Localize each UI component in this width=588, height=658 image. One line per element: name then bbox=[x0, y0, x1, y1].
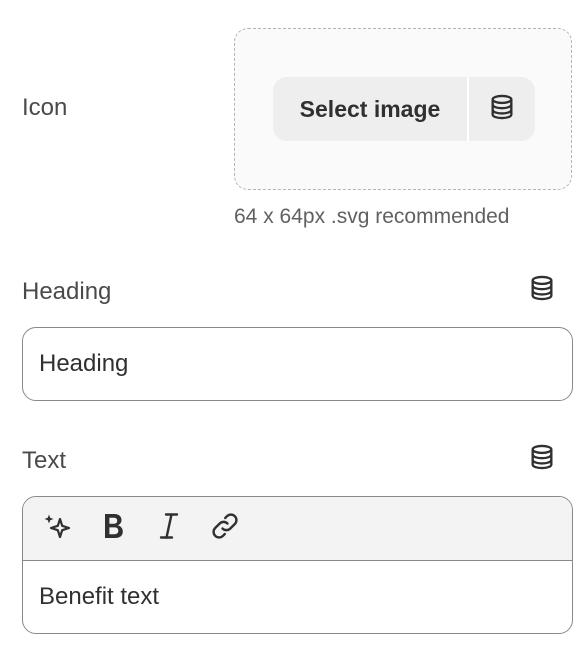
database-icon bbox=[528, 443, 556, 471]
magic-sparkle-icon bbox=[43, 512, 71, 545]
italic-icon bbox=[157, 511, 181, 546]
magic-generate-button[interactable] bbox=[39, 511, 75, 547]
heading-dynamic-source-button[interactable] bbox=[528, 274, 556, 302]
bold-icon bbox=[100, 511, 126, 546]
select-image-button-group: Select image bbox=[273, 77, 535, 141]
heading-input[interactable]: Heading bbox=[22, 327, 573, 401]
heading-field-label: Heading bbox=[22, 278, 112, 305]
select-image-button[interactable]: Select image bbox=[273, 77, 469, 141]
database-icon bbox=[488, 93, 516, 126]
link-button[interactable] bbox=[207, 511, 243, 547]
rich-text-editor: Benefit text bbox=[22, 496, 573, 634]
italic-button[interactable] bbox=[151, 511, 187, 547]
icon-field-label: Icon bbox=[22, 94, 68, 121]
text-editor-content[interactable]: Benefit text bbox=[23, 561, 572, 633]
text-field-label: Text bbox=[22, 447, 67, 474]
link-icon bbox=[210, 511, 240, 546]
icon-size-hint: 64 x 64px .svg recommended bbox=[234, 205, 510, 228]
database-icon bbox=[528, 274, 556, 302]
icon-dynamic-source-button[interactable] bbox=[469, 77, 535, 141]
text-dynamic-source-button[interactable] bbox=[528, 443, 556, 471]
bold-button[interactable] bbox=[95, 511, 131, 547]
icon-dropzone[interactable]: Select image bbox=[234, 28, 572, 190]
editor-toolbar bbox=[23, 497, 572, 561]
